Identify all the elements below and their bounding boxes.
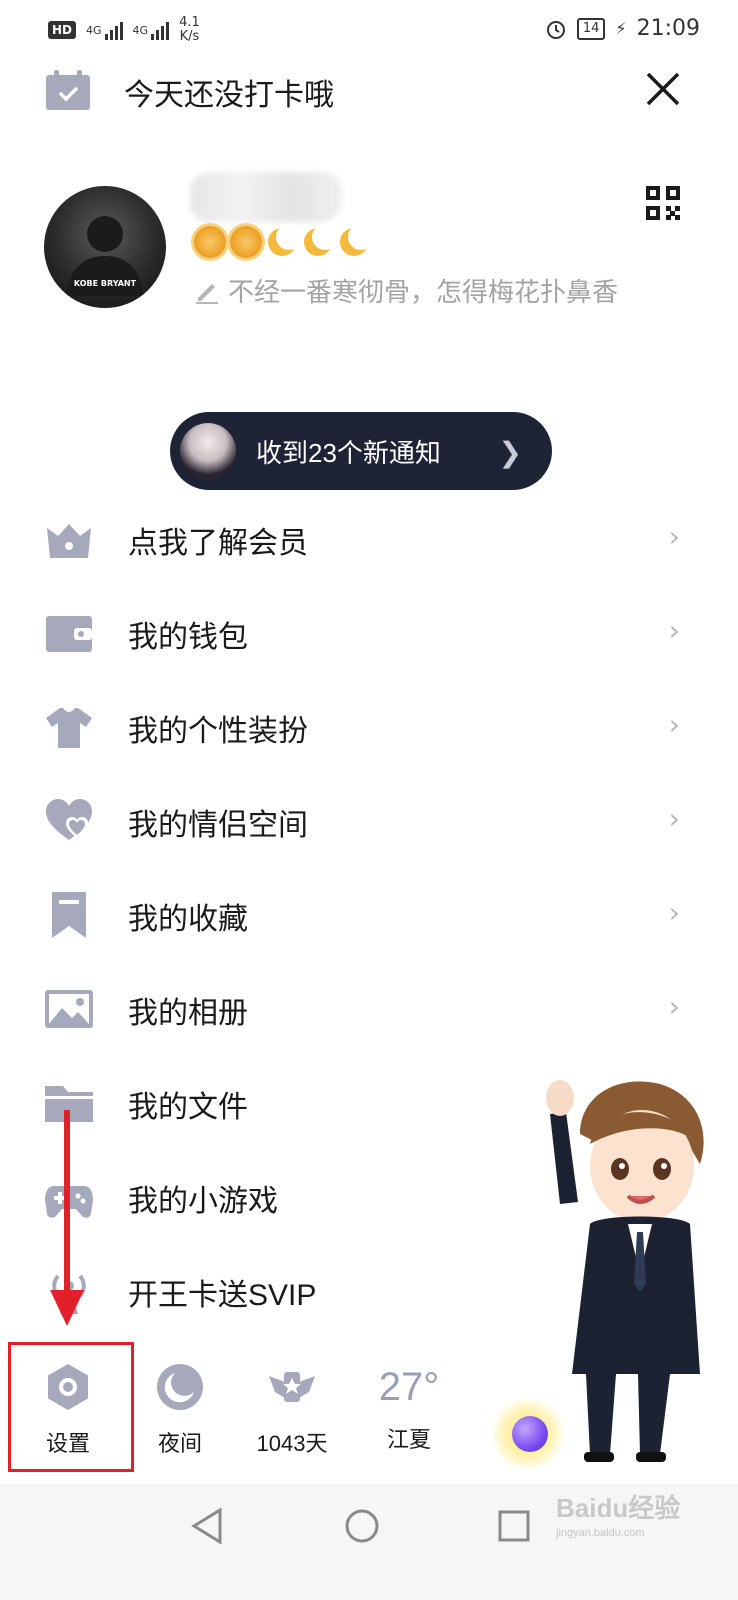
menu-item-label: 点我了解会员 [128,527,308,560]
pencil-icon [196,283,218,304]
nickname-blurred[interactable] [190,172,342,222]
avatar-caption: KOBE BRYANT [73,279,137,288]
chevron-right-icon: › [668,520,680,553]
menu-item-label: 我的文件 [128,1091,248,1124]
notification-text: 收到23个新通知 [256,437,441,468]
login-days-label: 1043天 [256,1431,328,1456]
watermark: Baidu经验 jingyan.baidu.com [556,1488,680,1539]
city-label: 江夏 [386,1427,431,1452]
annotation-arrow-shaft [64,1110,70,1320]
menu-item-couple-space[interactable]: 我的情侣空间 › [0,774,738,868]
temperature: 27° [378,1365,440,1409]
chevron-right-icon: › [668,896,680,929]
notification-pill[interactable]: 收到23个新通知 ❯ [170,412,552,490]
hd-badge: HD [48,21,77,39]
qr-code-icon[interactable] [646,186,680,220]
alarm-icon [546,20,565,39]
recents-icon[interactable] [498,1510,530,1542]
signal-icon: 4G [86,20,123,40]
winged-badge-icon [269,1372,315,1402]
moon-badge-icon [302,224,338,258]
login-days-button[interactable]: 1043天 [246,1362,338,1458]
sun-badge-icon [230,226,262,258]
moon-badge-icon [338,224,374,258]
chevron-right-icon: › [668,708,680,741]
annotation-arrow-head [50,1290,84,1326]
signature-text: 不经一番寒彻骨，怎得梅花扑鼻香 [228,277,619,307]
menu-item-label: 我的个性装扮 [128,715,308,748]
menu-item-theme[interactable]: 我的个性装扮 › [0,680,738,774]
chevron-right-icon: › [668,614,680,647]
watermark-brand: Baidu经验 [556,1493,681,1523]
chevron-right-icon: › [668,802,680,835]
charging-icon: ⚡ [615,19,627,38]
network-speed: 4.1 K/s [179,15,200,44]
menu-item-label: 开王卡送SVIP [128,1279,317,1312]
chevron-right-icon: ❯ [498,436,522,469]
moon-icon [157,1364,203,1410]
bookmark-icon [52,892,86,938]
back-icon[interactable] [190,1508,224,1544]
weather-button[interactable]: 27° 江夏 [364,1362,454,1454]
chevron-right-icon: › [668,990,680,1023]
menu-item-vip[interactable]: 点我了解会员 › [0,492,738,586]
crown-icon [47,524,91,558]
menu-item-label: 我的相册 [128,997,248,1030]
moon-badge-icon [266,224,302,258]
menu-item-label: 我的收藏 [128,903,248,936]
wallet-icon [46,616,92,652]
menu-item-label: 我的钱包 [128,621,248,654]
annotation-highlight-box [8,1342,134,1472]
menu-item-label: 我的小游戏 [128,1185,278,1218]
menu-item-wallet[interactable]: 我的钱包 › [0,586,738,680]
battery-indicator: 14 [576,17,606,40]
shirt-icon [46,708,92,748]
checkin-prompt[interactable]: 今天还没打卡哦 [124,70,334,114]
menu-item-label: 我的情侣空间 [128,809,308,842]
hearts-icon [46,799,92,840]
close-icon[interactable] [644,70,682,108]
menu-item-album[interactable]: 我的相册 › [0,962,738,1056]
night-mode-button[interactable]: 夜间 [140,1362,220,1458]
night-mode-label: 夜间 [157,1431,202,1456]
mascot-character[interactable] [520,1074,720,1468]
notification-avatar [180,423,236,479]
photo-icon [45,990,93,1028]
calendar-check-icon[interactable] [46,70,90,110]
signature[interactable]: 不经一番寒彻骨，怎得梅花扑鼻香 [194,272,618,309]
level-badges[interactable] [194,224,374,258]
clock: 21:09 [636,16,700,41]
signal-icon-2: 4G [133,20,170,40]
status-bar: HD 4G 4G 4.1 K/s 14 ⚡ 21:09 [0,0,738,62]
avatar[interactable]: KOBE BRYANT [44,186,166,308]
menu-item-favorites[interactable]: 我的收藏 › [0,868,738,962]
watermark-url: jingyan.baidu.com [556,1527,645,1539]
home-icon[interactable] [344,1508,380,1544]
sun-badge-icon [194,226,226,258]
avatar-portrait [66,216,144,296]
